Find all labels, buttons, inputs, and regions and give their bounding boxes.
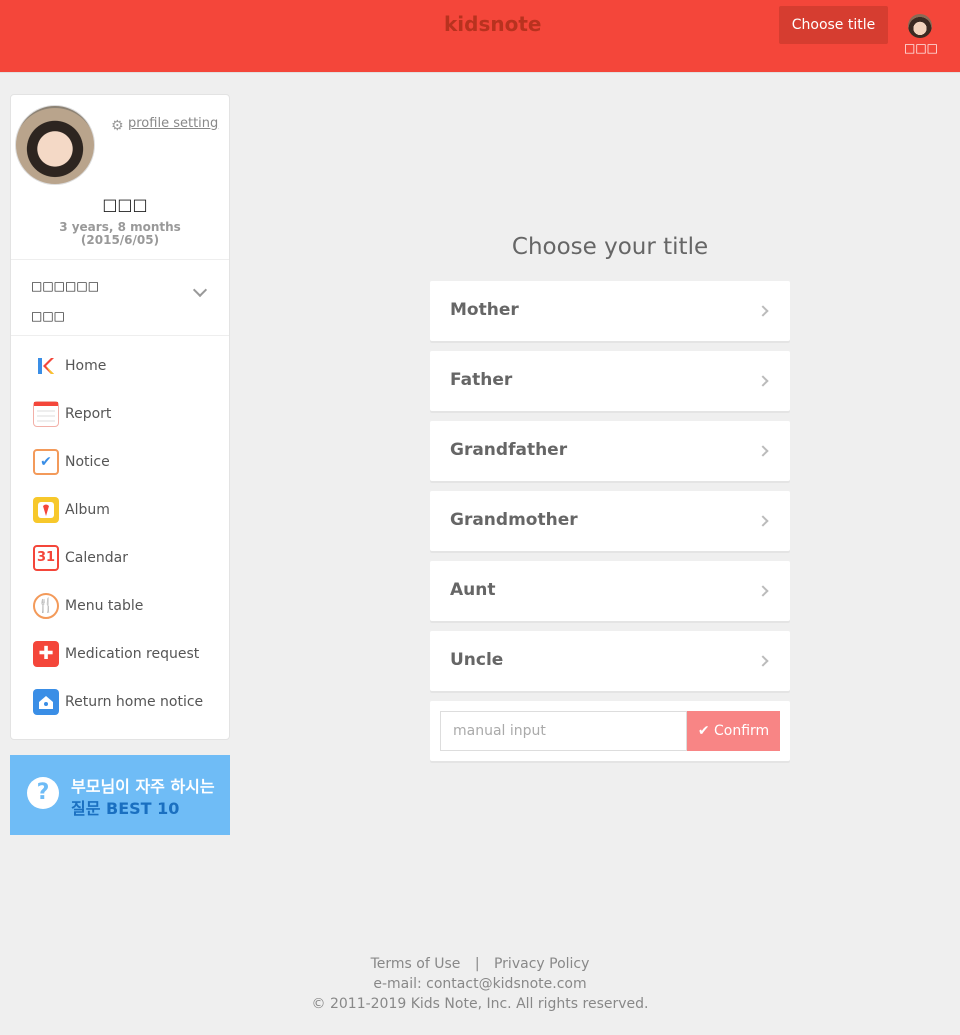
school-name[interactable]: □□□□□□: [31, 279, 99, 293]
chevron-right-icon: [757, 375, 769, 387]
sidebar-item-label: Menu table: [65, 598, 144, 614]
profile-setting-link[interactable]: profile setting: [128, 116, 218, 131]
divider: [11, 335, 229, 336]
confirm-button[interactable]: ✔ Confirm: [687, 711, 780, 751]
chevron-right-icon: [757, 515, 769, 527]
footer-links: Terms of Use | Privacy Policy: [0, 956, 960, 972]
chevron-down-icon[interactable]: [192, 282, 208, 298]
option-label: Grandfather: [450, 440, 568, 460]
chevron-right-icon: [757, 445, 769, 457]
title-option-grandmother[interactable]: Grandmother: [430, 491, 790, 551]
option-label: Grandmother: [450, 510, 578, 530]
page-title: Choose your title: [511, 234, 709, 260]
sidebar-item-label: Medication request: [65, 646, 200, 662]
faq-banner[interactable]: ? 부모님이 자주 하시는 질문 BEST 10: [10, 755, 230, 835]
sidebar-item-report[interactable]: Report: [31, 401, 221, 431]
sidebar-item-menu-table[interactable]: 🍴 Menu table: [31, 593, 221, 623]
option-label: Aunt: [450, 580, 496, 600]
sidebar-item-home[interactable]: Home: [31, 353, 221, 383]
option-label: Mother: [450, 300, 519, 320]
sidebar-item-label: Album: [65, 502, 110, 518]
sidebar: ⚙ profile setting □□□ 3 years, 8 months …: [10, 94, 230, 740]
gear-icon: ⚙: [111, 118, 124, 134]
user-avatar[interactable]: [908, 14, 932, 38]
calendar-icon: 31: [33, 545, 59, 571]
footer-email: e-mail: contact@kidsnote.com: [373, 976, 587, 992]
user-name[interactable]: □□□: [904, 41, 938, 55]
footer-separator: |: [474, 956, 480, 972]
privacy-link[interactable]: Privacy Policy: [494, 956, 589, 972]
choose-title-button[interactable]: Choose title: [779, 6, 888, 44]
medication-icon: ✚: [33, 641, 59, 667]
title-option-father[interactable]: Father: [430, 351, 790, 411]
sidebar-item-label: Report: [65, 406, 112, 422]
question-icon: ?: [27, 777, 59, 809]
option-label: Uncle: [450, 650, 504, 670]
manual-input-row: ✔ Confirm: [430, 701, 790, 761]
banner-text-line2: 질문 BEST 10: [71, 799, 180, 818]
option-label: Father: [450, 370, 513, 390]
confirm-label: Confirm: [714, 723, 770, 739]
sidebar-item-medication[interactable]: ✚ Medication request: [31, 641, 221, 671]
report-icon: [33, 401, 59, 427]
sidebar-item-return-home[interactable]: Return home notice: [31, 689, 221, 719]
divider: [11, 259, 229, 260]
notice-icon: ✔: [33, 449, 59, 475]
title-option-aunt[interactable]: Aunt: [430, 561, 790, 621]
chevron-right-icon: [757, 655, 769, 667]
child-name: □□□: [102, 195, 148, 214]
sidebar-item-label: Return home notice: [65, 694, 204, 710]
footer-copyright: © 2011-2019 Kids Note, Inc. All rights r…: [311, 996, 649, 1012]
chevron-right-icon: [757, 585, 769, 597]
sidebar-item-notice[interactable]: ✔ Notice: [31, 449, 221, 479]
top-header: kidsnote Choose title □□□: [0, 0, 960, 73]
check-icon: ✔: [697, 723, 710, 739]
title-option-mother[interactable]: Mother: [430, 281, 790, 341]
terms-link[interactable]: Terms of Use: [371, 956, 461, 972]
banner-text-line1: 부모님이 자주 하시는: [71, 777, 215, 796]
menu-table-icon: 🍴: [33, 593, 59, 619]
sidebar-item-calendar[interactable]: 31 Calendar: [31, 545, 221, 575]
home-icon: [33, 353, 59, 379]
child-age: 3 years, 8 months (2015/6/05): [11, 221, 229, 247]
child-profile-photo: [15, 105, 95, 185]
album-icon: [33, 497, 59, 523]
manual-title-input[interactable]: [440, 711, 687, 751]
class-name[interactable]: □□□: [31, 309, 65, 323]
sidebar-item-label: Notice: [65, 454, 110, 470]
title-option-uncle[interactable]: Uncle: [430, 631, 790, 691]
sidebar-item-album[interactable]: Album: [31, 497, 221, 527]
sidebar-item-label: Home: [65, 358, 107, 374]
sidebar-item-label: Calendar: [65, 550, 128, 566]
chevron-right-icon: [757, 305, 769, 317]
return-home-icon: [33, 689, 59, 715]
kidsnote-logo[interactable]: kidsnote: [444, 12, 541, 36]
title-option-grandfather[interactable]: Grandfather: [430, 421, 790, 481]
child-birthdate: (2015/6/05): [80, 233, 160, 247]
